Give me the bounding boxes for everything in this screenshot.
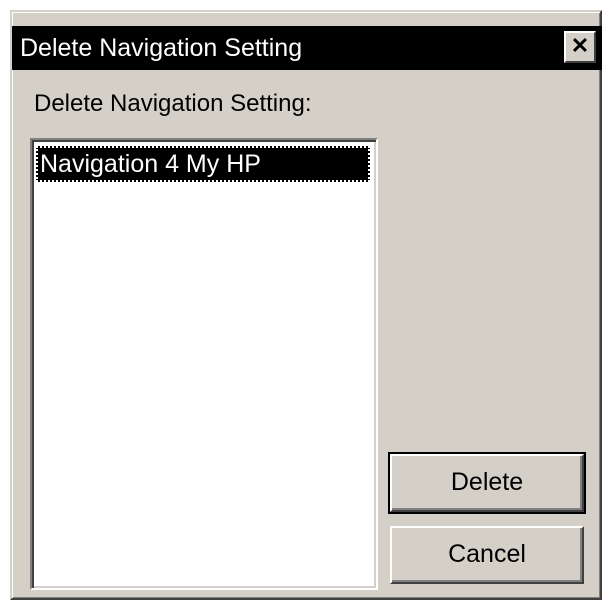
- delete-button[interactable]: Delete: [388, 452, 586, 514]
- cancel-button[interactable]: Cancel: [390, 526, 584, 584]
- close-icon: ✕: [570, 33, 590, 58]
- close-button[interactable]: ✕: [564, 31, 596, 63]
- title-bar[interactable]: Delete Navigation Setting ✕: [12, 26, 602, 70]
- delete-navigation-dialog: Delete Navigation Setting ✕ Delete Navig…: [10, 10, 602, 600]
- list-item[interactable]: Navigation 4 My HP: [36, 146, 370, 182]
- prompt-label: Delete Navigation Setting:: [34, 90, 312, 117]
- navigation-settings-list[interactable]: Navigation 4 My HP: [30, 138, 378, 590]
- dialog-title: Delete Navigation Setting: [20, 34, 303, 62]
